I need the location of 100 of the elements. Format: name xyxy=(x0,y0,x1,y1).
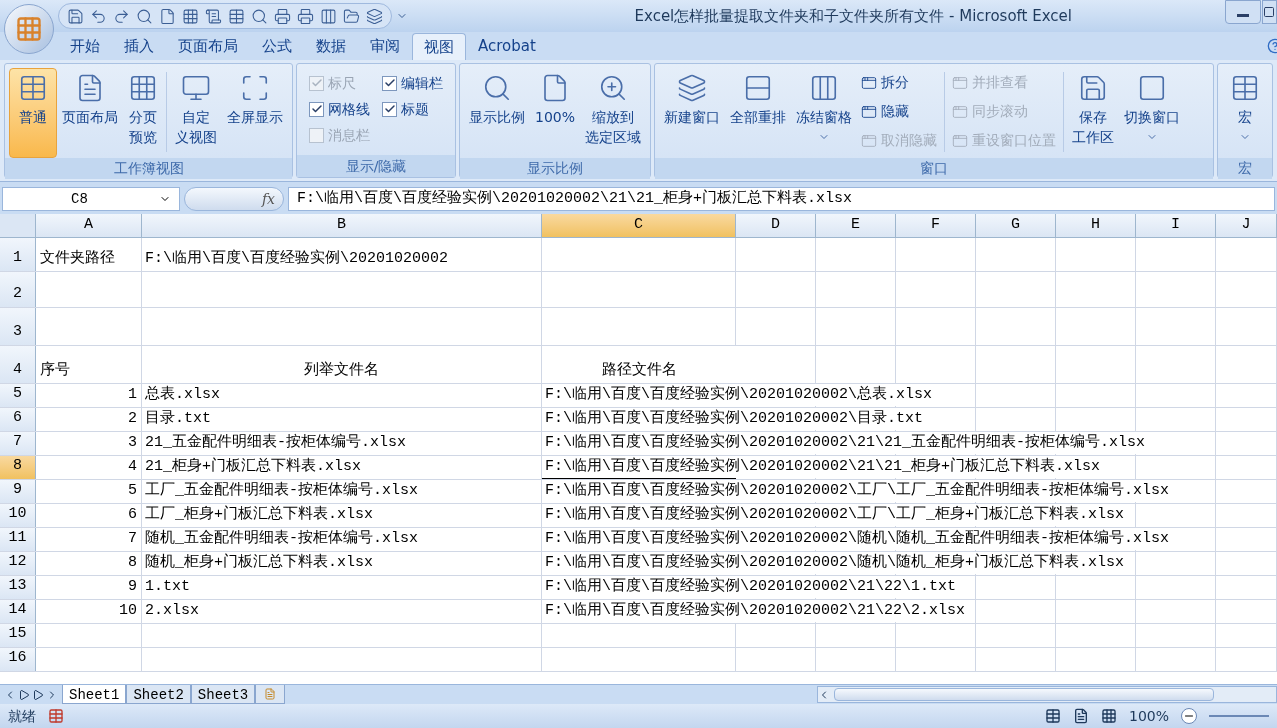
macro-record-icon[interactable] xyxy=(48,708,64,724)
formula-input[interactable]: F:\临用\百度\百度经验实例\20201020002\21\21_柜身+门板汇总下料表.xlsx xyxy=(288,187,1275,211)
toolbar-icon[interactable] xyxy=(343,7,360,25)
table-cell-text: 6 xyxy=(128,504,137,525)
toolbar-icon[interactable] xyxy=(297,7,314,25)
row-header[interactable]: 10 xyxy=(0,504,36,527)
ribbon-button[interactable]: 保存 工作区 xyxy=(1067,68,1120,158)
toolbar-icon[interactable] xyxy=(182,7,199,25)
ribbon-button[interactable]: 显示比例 xyxy=(464,68,530,158)
ribbon-button[interactable]: 普通 xyxy=(9,68,57,158)
checkbox-option[interactable]: 编辑栏 xyxy=(382,70,443,96)
ribbon-button[interactable]: 新建窗口 xyxy=(659,68,726,158)
maximize-button[interactable] xyxy=(1262,0,1277,24)
sheet-tab[interactable]: Sheet1 xyxy=(62,685,127,704)
toolbar-icon[interactable] xyxy=(320,7,337,25)
column-header[interactable]: G xyxy=(976,214,1056,237)
row-header[interactable]: 14 xyxy=(0,600,36,623)
row-header[interactable]: 9 xyxy=(0,480,36,503)
column-header[interactable]: J xyxy=(1216,214,1277,237)
row-header[interactable]: 2 xyxy=(0,272,36,307)
ribbon-button[interactable]: 宏 xyxy=(1222,68,1268,158)
toolbar-icon[interactable] xyxy=(113,7,130,25)
row-header[interactable]: 5 xyxy=(0,384,36,407)
horizontal-scrollbar[interactable] xyxy=(817,686,1277,703)
toolbar-icon[interactable] xyxy=(90,7,107,25)
ribbon-tab[interactable]: 数据 xyxy=(304,33,358,60)
ribbon-button[interactable]: 分页 预览 xyxy=(123,68,163,158)
view-mode-icon[interactable] xyxy=(1072,708,1089,724)
column-header[interactable]: C xyxy=(542,214,736,237)
row-header[interactable]: 12 xyxy=(0,552,36,575)
row-header[interactable]: 16 xyxy=(0,648,36,671)
office-button[interactable] xyxy=(4,4,54,54)
row-header[interactable]: 6 xyxy=(0,408,36,431)
ribbon-small-button[interactable]: 隐藏 xyxy=(861,97,938,126)
column-header[interactable]: D xyxy=(736,214,816,237)
ribbon-tab[interactable]: 页面布局 xyxy=(166,33,250,60)
ribbon-tab[interactable]: 开始 xyxy=(58,33,112,60)
table-cell-text: 3 xyxy=(128,432,137,453)
table-cell-text: 7 xyxy=(128,528,137,549)
view-mode-icon[interactable] xyxy=(1044,708,1061,724)
column-header[interactable]: F xyxy=(896,214,976,237)
toolbar-icon[interactable] xyxy=(205,7,222,25)
minimize-button[interactable] xyxy=(1225,0,1261,24)
table-cell-text: 序号 xyxy=(40,360,70,381)
row-header[interactable]: 1 xyxy=(0,238,36,271)
column-header[interactable]: H xyxy=(1056,214,1136,237)
ribbon-button[interactable]: 冻结窗格 xyxy=(791,68,858,158)
ribbon-button[interactable]: 切换窗口 xyxy=(1119,68,1186,158)
checkbox[interactable] xyxy=(382,101,397,117)
checkbox-option[interactable]: 网格线 xyxy=(309,96,370,122)
row-header[interactable]: 8 xyxy=(0,456,36,479)
table-cell-text: 1.txt xyxy=(145,576,190,597)
checkbox-option[interactable]: 标题 xyxy=(382,96,443,122)
table-cell-text: 随机_五金配件明细表-按柜体编号.xlsx xyxy=(145,528,418,549)
group-label: 显示比例 xyxy=(527,159,583,178)
ribbon-tab[interactable]: 插入 xyxy=(112,33,166,60)
toolbar-icon[interactable] xyxy=(251,7,268,25)
toolbar-icon[interactable] xyxy=(67,7,84,25)
row-header[interactable]: 4 xyxy=(0,346,36,383)
table-cell-text: 5 xyxy=(128,480,137,501)
row-header[interactable]: 15 xyxy=(0,624,36,647)
sheet-tab[interactable]: Sheet2 xyxy=(126,685,191,704)
ribbon-button[interactable]: 100% xyxy=(530,68,581,158)
ribbon-small-button[interactable]: 拆分 xyxy=(861,68,938,97)
toolbar-icon[interactable] xyxy=(159,7,176,25)
row-header[interactable]: 3 xyxy=(0,308,36,345)
ribbon-button[interactable]: 全部重排 xyxy=(725,68,792,158)
ribbon-tab[interactable]: 公式 xyxy=(250,33,304,60)
column-header[interactable]: A xyxy=(36,214,142,237)
toolbar-icon[interactable] xyxy=(366,7,383,25)
column-header[interactable]: E xyxy=(816,214,896,237)
row-header[interactable]: 7 xyxy=(0,432,36,455)
name-box[interactable]: C8 xyxy=(2,187,180,211)
sheet-nav-icon[interactable] xyxy=(32,688,44,701)
ribbon-button[interactable]: 页面布局 xyxy=(57,68,123,158)
sheet-nav-icon[interactable] xyxy=(18,688,30,701)
zoom-level[interactable]: 100% xyxy=(1128,705,1169,727)
ribbon-tab[interactable]: 视图 xyxy=(412,33,466,60)
zoom-out-button[interactable] xyxy=(1181,708,1197,724)
sheet-tab[interactable]: Sheet3 xyxy=(190,685,256,704)
toolbar-icon[interactable] xyxy=(228,7,245,25)
checkbox[interactable] xyxy=(382,75,397,91)
column-header[interactable]: I xyxy=(1136,214,1216,237)
scroll-thumb[interactable] xyxy=(834,688,1214,701)
view-mode-icon[interactable] xyxy=(1100,708,1117,724)
status-text: 就绪 xyxy=(8,706,36,726)
maximize-icon xyxy=(1263,6,1275,18)
ribbon-tab[interactable]: Acrobat xyxy=(466,33,548,60)
toolbar-icon[interactable] xyxy=(274,7,291,25)
office-logo-icon xyxy=(15,15,43,43)
ribbon-button[interactable]: 全屏显示 xyxy=(222,68,288,158)
function-button[interactable]: fx xyxy=(184,187,284,211)
row-header[interactable]: 11 xyxy=(0,528,36,551)
toolbar-icon[interactable] xyxy=(136,7,153,25)
checkbox[interactable] xyxy=(309,101,324,117)
minimize-icon xyxy=(1237,13,1249,17)
ribbon-tab[interactable]: 审阅 xyxy=(358,33,412,60)
ribbon-button[interactable]: 自定 义视图 xyxy=(170,68,222,158)
row-header[interactable]: 13 xyxy=(0,576,36,599)
ribbon-button[interactable]: 缩放到 选定区域 xyxy=(580,68,647,158)
